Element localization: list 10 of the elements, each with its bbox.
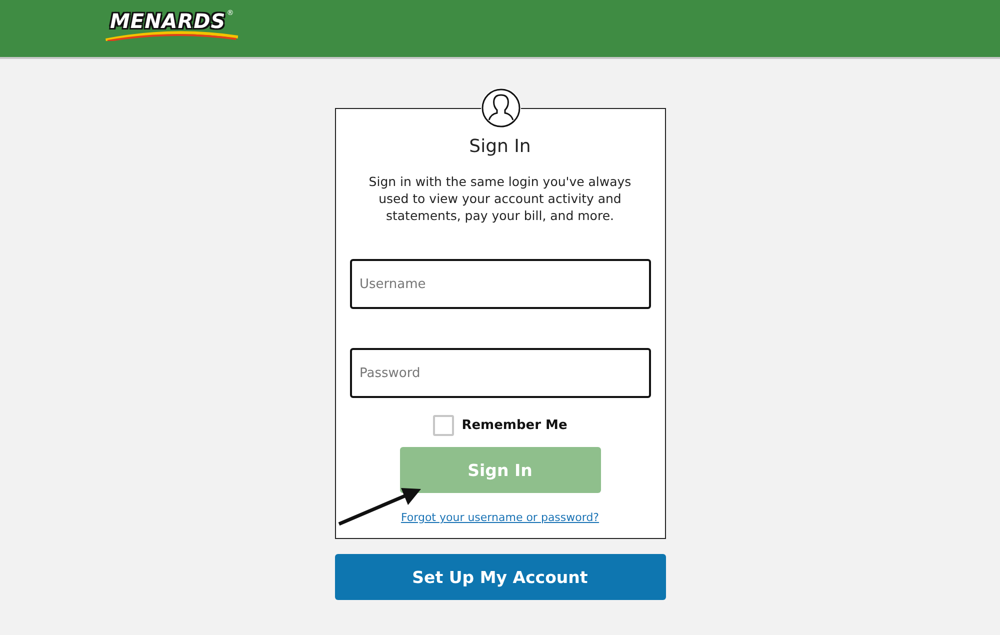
forgot-credentials-link[interactable]: Forgot your username or password? <box>400 511 600 524</box>
remember-me-label: Remember Me <box>462 418 568 433</box>
swoosh-icon <box>104 29 240 41</box>
remember-me-checkbox[interactable] <box>432 415 454 436</box>
sign-in-title: Sign In <box>469 136 531 157</box>
set-up-account-button[interactable]: Set Up My Account <box>334 554 666 600</box>
sign-in-description: Sign in with the same login you've always used to view your account activity and statements, pay your bill, and more. <box>368 173 632 224</box>
logo-text: MENARDS <box>110 9 226 33</box>
password-field[interactable]: Password <box>350 348 650 398</box>
username-field[interactable]: Username <box>350 259 650 309</box>
